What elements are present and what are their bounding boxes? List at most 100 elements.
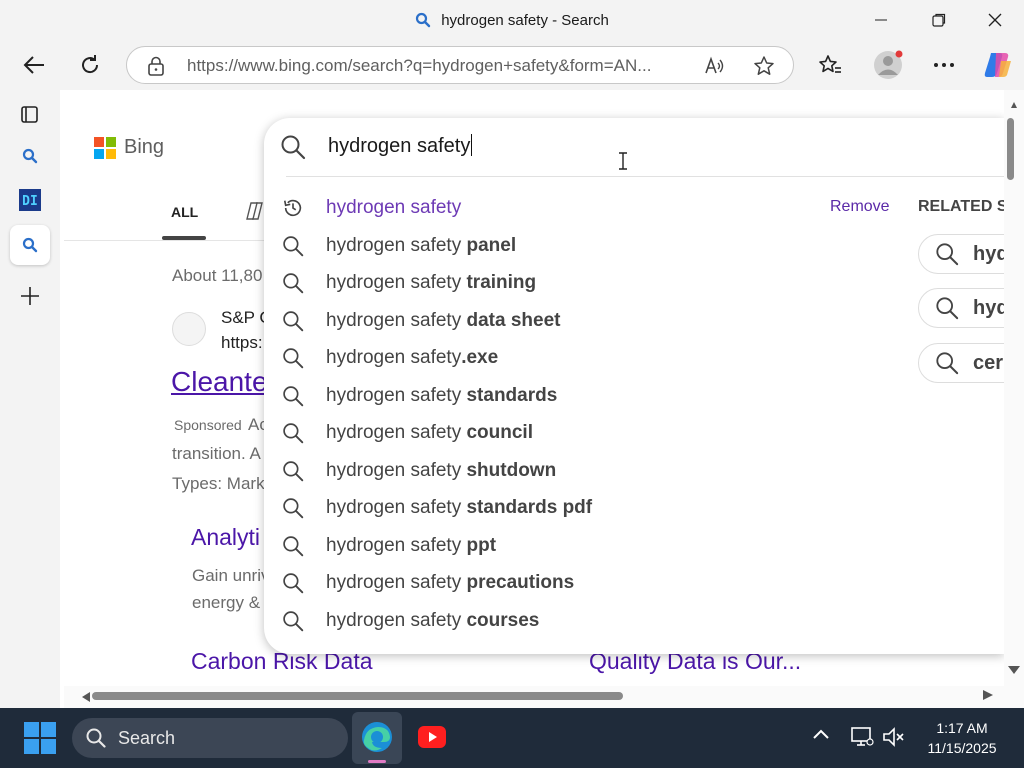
search-suggestion-item[interactable]: hydrogen safety standards pdf: [280, 490, 900, 526]
sidebar-search-icon[interactable]: [10, 136, 50, 176]
horizontal-scrollbar[interactable]: [64, 686, 1024, 708]
volume-muted-icon[interactable]: [882, 726, 906, 748]
ad-url[interactable]: https:: [221, 333, 263, 353]
suggestion-completion: standards pdf: [466, 497, 593, 518]
search-icon: [280, 570, 306, 596]
tab-all[interactable]: ALL: [171, 204, 198, 220]
windows-start-icon[interactable]: [24, 722, 56, 754]
favorite-star-icon[interactable]: [753, 55, 775, 77]
scroll-right-icon[interactable]: [983, 690, 993, 700]
scroll-down-icon[interactable]: [1008, 666, 1020, 674]
search-suggestion-item[interactable]: hydrogen safety council: [280, 415, 900, 451]
restore-button[interactable]: [910, 0, 968, 40]
scroll-thumb[interactable]: [1007, 118, 1014, 180]
clock[interactable]: 1:17 AM 11/15/2025: [916, 718, 1008, 758]
search-query-text: hydrogen safety: [328, 135, 471, 157]
suggestion-completion: panel: [466, 234, 517, 256]
suggestion-prefix: hydrogen safety: [326, 459, 467, 481]
taskbar-search-label: Search: [118, 727, 176, 748]
search-icon: [280, 270, 306, 296]
related-search-pill[interactable]: hyd: [918, 234, 1004, 274]
remove-history-button[interactable]: Remove: [830, 198, 890, 216]
taskbar-search[interactable]: Search: [72, 718, 348, 758]
sitelink-title[interactable]: Analyti: [191, 524, 260, 551]
add-icon[interactable]: [10, 276, 50, 316]
suggestion-prefix: hydrogen safety: [326, 572, 467, 593]
scroll-left-icon[interactable]: [82, 692, 90, 702]
search-suggestion-item[interactable]: hydrogen safety standards: [280, 378, 900, 414]
search-icon: [280, 383, 306, 409]
scroll-up-icon[interactable]: [1011, 102, 1017, 108]
edge-taskbar-button[interactable]: [352, 712, 402, 764]
search-suggestion-item[interactable]: hydrogen safety shutdown: [280, 453, 900, 489]
svg-text:DI: DI: [22, 194, 38, 209]
browser-sidebar: DI: [0, 90, 60, 708]
search-icon: [280, 233, 306, 259]
search-suggestion-item[interactable]: hydrogen safety ppt: [280, 528, 900, 564]
ad-description-line: Types: Mark: [172, 474, 265, 493]
search-icon: [936, 352, 959, 375]
bing-brand-text: Bing: [124, 136, 165, 158]
related-search-pill[interactable]: cer: [918, 343, 1004, 383]
suggestion-text: hydrogen safety.exe: [326, 347, 498, 369]
more-options-icon[interactable]: [926, 47, 962, 83]
search-suggestions-dropdown: hydrogen safety hydrogen safety hydrogen …: [264, 118, 1004, 654]
sitelink-description: Gain unriv: [192, 566, 270, 585]
clock-time: 1:17 AM: [936, 720, 988, 736]
result-count: About 11,80: [172, 266, 263, 285]
chevron-up-icon[interactable]: [812, 728, 830, 740]
lock-icon[interactable]: [147, 56, 165, 76]
close-button[interactable]: [966, 0, 1024, 40]
scroll-thumb[interactable]: [92, 692, 623, 700]
sidebar-search-active-icon[interactable]: [10, 225, 50, 265]
search-input[interactable]: hydrogen safety: [328, 134, 473, 158]
suggestion-text: hydrogen safety shutdown: [326, 460, 556, 482]
ad-title-link[interactable]: Cleante: [171, 366, 268, 398]
vertical-scrollbar[interactable]: [1004, 90, 1024, 686]
search-suggestion-item[interactable]: hydrogen safety.exe: [280, 340, 900, 376]
search-icon: [280, 608, 306, 634]
suggestion-completion: training: [466, 272, 537, 293]
read-aloud-icon[interactable]: [703, 55, 725, 77]
refresh-button[interactable]: [72, 47, 108, 83]
suggestion-text: hydrogen safety precautions: [326, 572, 574, 594]
suggestion-text: hydrogen safety panel: [326, 235, 516, 257]
search-suggestion-item[interactable]: hydrogen safety panel: [280, 228, 900, 264]
suggestion-text: hydrogen safety ppt: [326, 535, 496, 557]
suggestion-completion: data sheet: [466, 309, 561, 331]
back-button[interactable]: [16, 47, 52, 83]
search-icon: [280, 345, 306, 371]
youtube-icon[interactable]: [418, 726, 446, 748]
title-bar: hydrogen safety - Search: [0, 0, 1024, 40]
suggestion-prefix: hydrogen safety: [326, 309, 467, 331]
copilot-icon[interactable]: [980, 47, 1016, 83]
suggestion-text: hydrogen safety: [326, 197, 461, 219]
ad-description-line: transition. A: [172, 444, 261, 463]
network-icon[interactable]: [850, 726, 874, 748]
bing-logo[interactable]: Bing: [94, 136, 164, 159]
suggestion-prefix: hydrogen safety: [326, 347, 462, 368]
search-suggestion-item[interactable]: hydrogen safety courses: [280, 603, 900, 639]
favorites-icon[interactable]: [812, 47, 848, 83]
search-icon: [415, 12, 431, 28]
search-suggestion-item[interactable]: hydrogen safety training: [280, 265, 900, 301]
related-search-pill[interactable]: hyd: [918, 288, 1004, 328]
url-text[interactable]: https://www.bing.com/search?q=hydrogen+s…: [187, 47, 687, 85]
suggestion-prefix: hydrogen safety: [326, 609, 467, 631]
clock-date: 11/15/2025: [927, 740, 997, 756]
search-suggestion-item[interactable]: hydrogen safety data sheet: [280, 303, 900, 339]
suggestion-completion: ppt: [466, 534, 497, 556]
search-suggestion-item[interactable]: hydrogen safety precautions: [280, 565, 900, 601]
suggestion-prefix: hydrogen safety: [326, 497, 467, 518]
address-bar[interactable]: https://www.bing.com/search?q=hydrogen+s…: [126, 46, 794, 84]
di-app-icon[interactable]: DI: [10, 180, 50, 220]
suggestion-completion: courses: [466, 609, 540, 631]
search-icon: [280, 458, 306, 484]
profile-avatar[interactable]: [870, 47, 906, 83]
copilot-tab-icon[interactable]: [246, 202, 266, 220]
dropdown-divider: [286, 176, 1004, 177]
tab-actions-icon[interactable]: [10, 94, 50, 134]
minimize-button[interactable]: [852, 0, 910, 40]
suggestion-prefix: hydrogen safety: [326, 534, 467, 556]
search-history-item[interactable]: hydrogen safety: [280, 190, 900, 226]
